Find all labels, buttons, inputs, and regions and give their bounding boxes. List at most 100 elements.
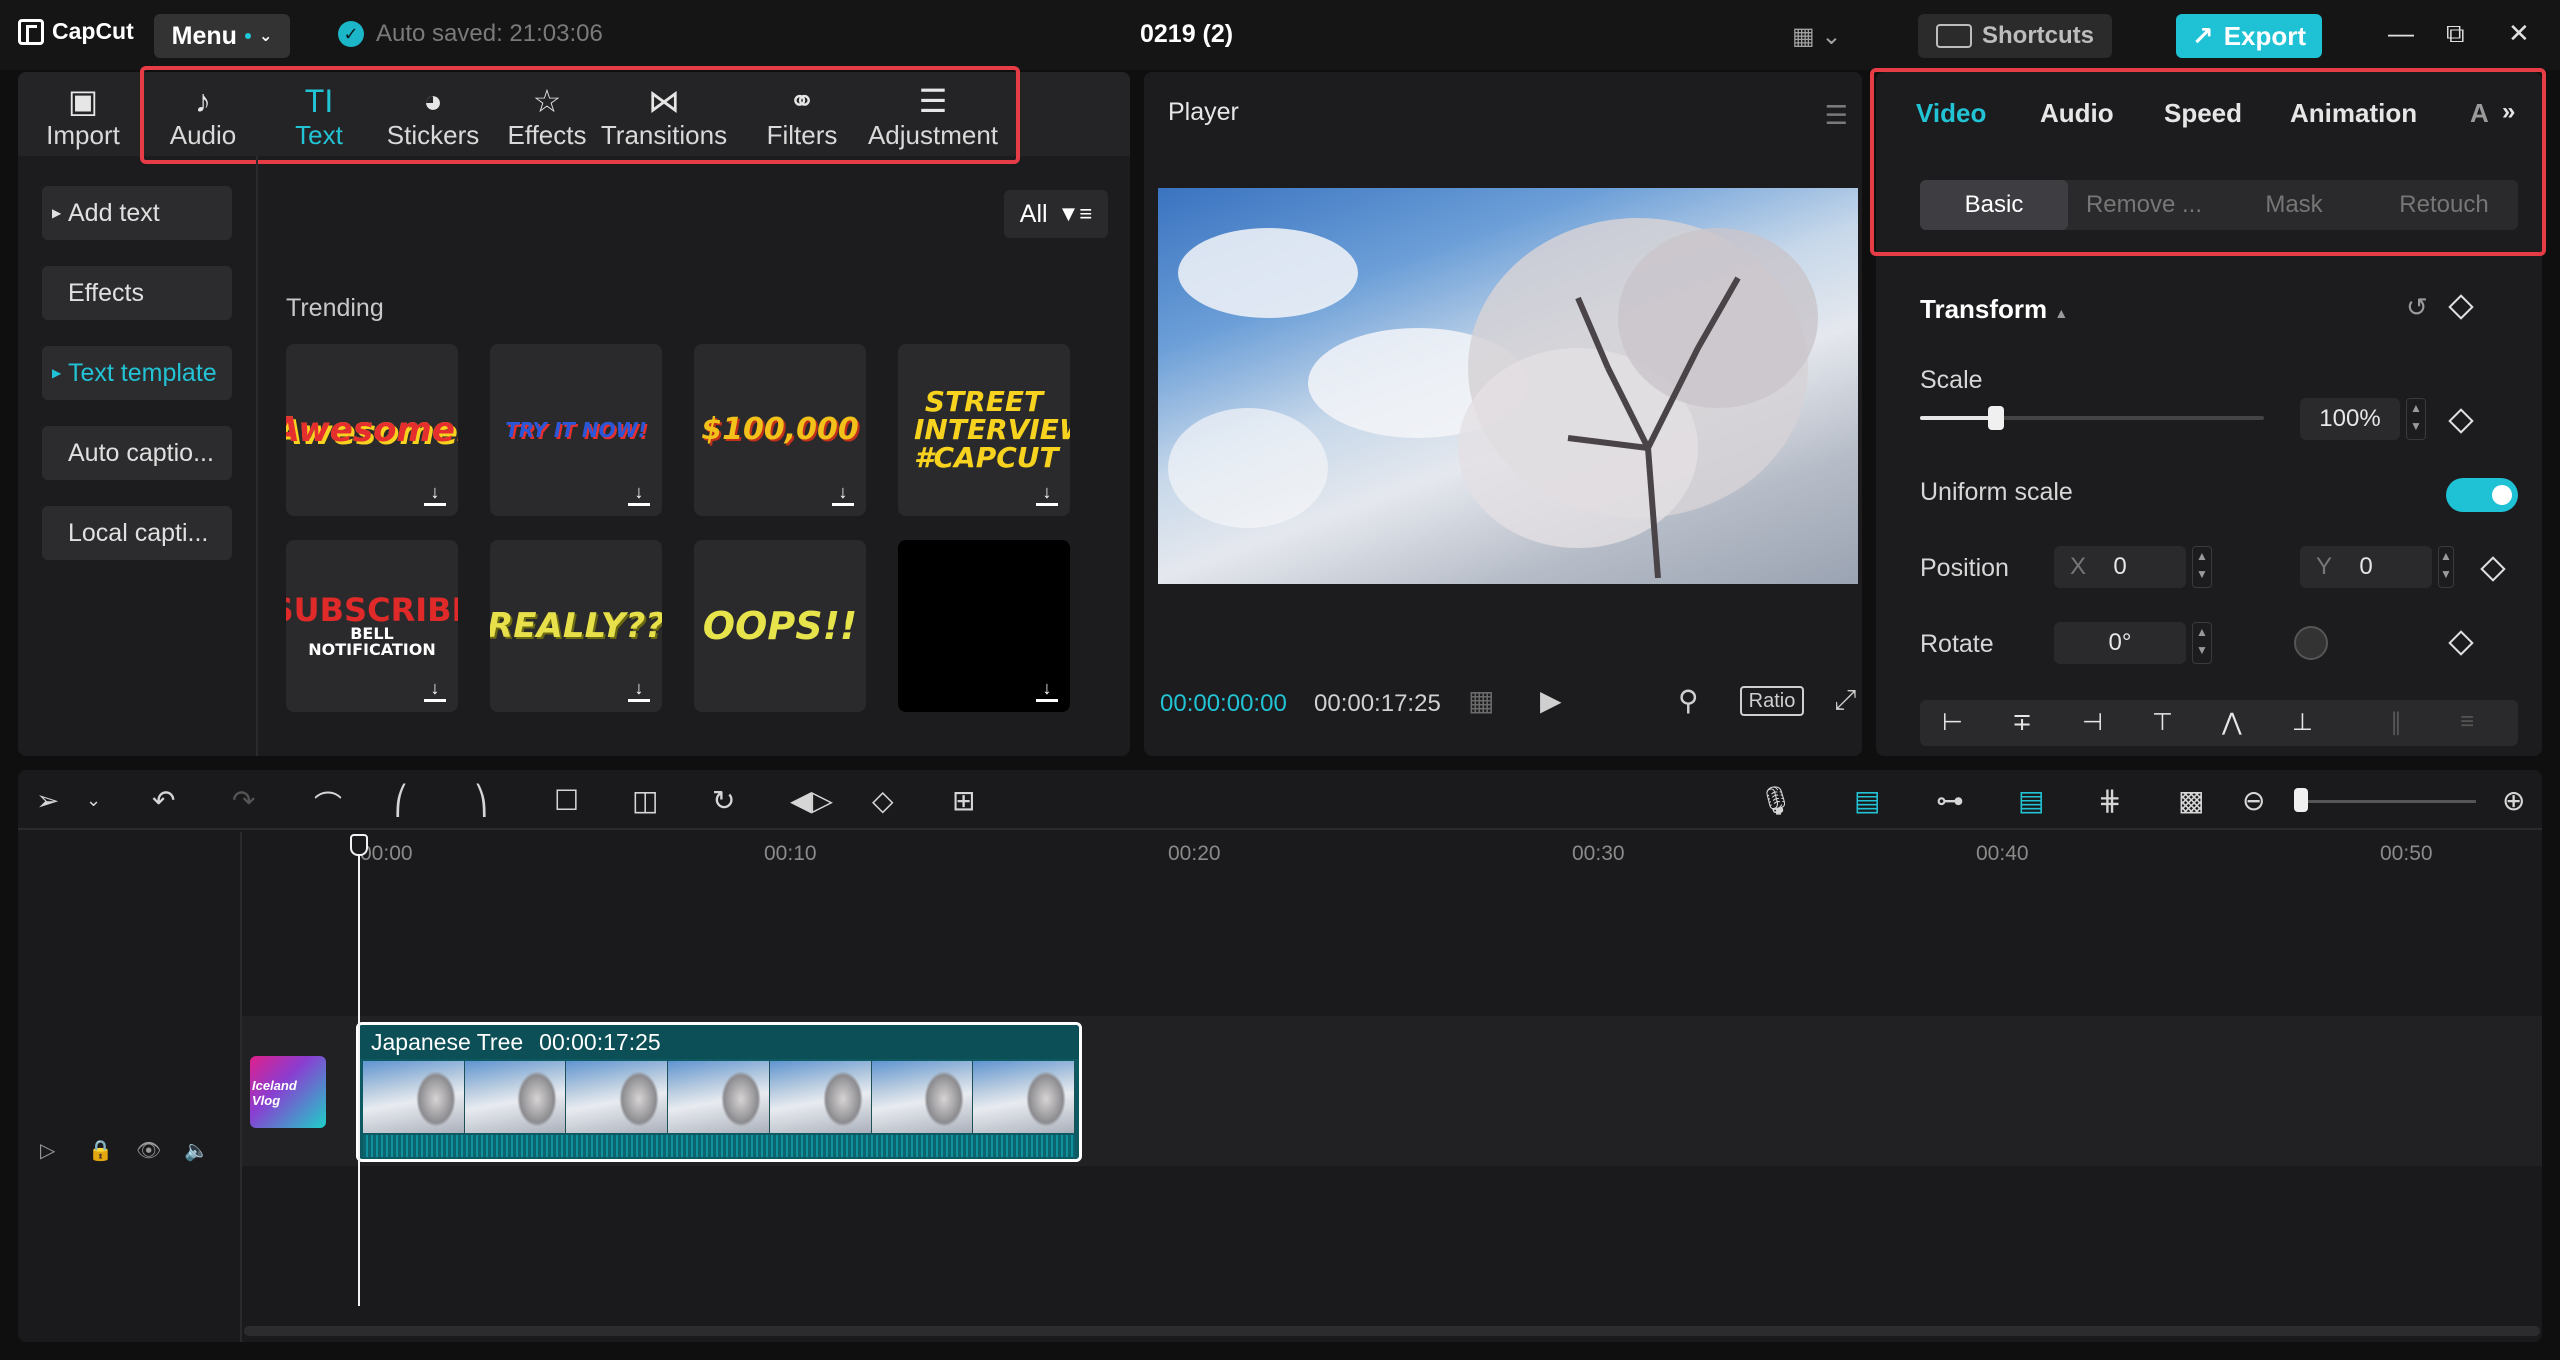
download-icon[interactable]: ↓: [424, 483, 446, 506]
subtab-retouch[interactable]: Retouch: [2370, 180, 2518, 230]
scale-stepper[interactable]: ▲ ▼: [2406, 398, 2426, 440]
align-top-icon[interactable]: ⊤: [2152, 708, 2173, 737]
zoom-out-icon[interactable]: ⊖: [2242, 784, 2265, 817]
tool-audio[interactable]: ♪ Audio: [148, 78, 258, 154]
zoom-fit-icon[interactable]: ▩: [2178, 784, 2204, 817]
tab-speed[interactable]: Speed: [2164, 98, 2242, 129]
delete-icon[interactable]: ☐: [554, 784, 579, 817]
tool-import[interactable]: ▣ Import: [28, 78, 138, 154]
shortcuts-button[interactable]: Shortcuts: [1918, 14, 2112, 58]
uniform-scale-toggle[interactable]: [2446, 478, 2518, 512]
video-clip[interactable]: Japanese Tree 00:00:17:25: [356, 1022, 1082, 1162]
playhead-handle[interactable]: [350, 834, 368, 856]
tool-transitions[interactable]: ⋈ Transitions: [592, 78, 736, 154]
position-x-stepper[interactable]: ▲ ▼: [2192, 546, 2212, 588]
template-card[interactable]: Awesome! ↓: [286, 344, 458, 516]
keyframe-icon[interactable]: [2448, 294, 2474, 320]
video-preview[interactable]: [1158, 188, 1858, 584]
scale-input[interactable]: 100%: [2300, 398, 2400, 440]
ratio-button[interactable]: Ratio: [1740, 686, 1804, 716]
restore-icon[interactable]: ⧉: [2446, 18, 2465, 50]
minimize-icon[interactable]: —: [2388, 18, 2414, 49]
main-track-magnet-icon[interactable]: ▤: [1854, 784, 1880, 817]
sidebar-item-add-text[interactable]: ▶ Add text: [42, 186, 232, 240]
trim-left-icon[interactable]: ⎛: [394, 784, 408, 817]
download-icon[interactable]: ↓: [628, 483, 650, 506]
template-card[interactable]: STREET INTERVIEW #CAPCUT ↓: [898, 344, 1070, 516]
sidebar-item-auto-captions[interactable]: Auto captio...: [42, 426, 232, 480]
position-y-input[interactable]: Y 0: [2300, 546, 2432, 588]
zoom-in-icon[interactable]: ⊕: [2502, 784, 2525, 817]
grid-icon[interactable]: ▦: [1468, 684, 1494, 717]
keyframe-icon[interactable]: [2448, 630, 2474, 656]
download-icon[interactable]: ↓: [1036, 483, 1058, 506]
template-card[interactable]: OOPS!!: [694, 540, 866, 712]
sidebar-item-text-template[interactable]: ▶ Text template: [42, 346, 232, 400]
speaker-icon[interactable]: 🔈: [184, 1138, 209, 1163]
tool-adjustment[interactable]: ☰ Adjustment: [848, 78, 1018, 154]
subtab-basic[interactable]: Basic: [1920, 180, 2068, 230]
align-bottom-icon[interactable]: ⊥: [2292, 708, 2313, 737]
rotate-input[interactable]: 0°: [2054, 622, 2186, 664]
play-icon[interactable]: ▶: [1540, 684, 1562, 717]
tool-filters[interactable]: ⚭ Filters: [742, 78, 862, 154]
keyframe-icon[interactable]: [2448, 408, 2474, 434]
template-card[interactable]: ↓: [898, 540, 1070, 712]
cover-thumbnail[interactable]: Iceland Vlog: [250, 1056, 326, 1128]
subtab-remove[interactable]: Remove ...: [2070, 180, 2218, 230]
align-right-icon[interactable]: ⊣: [2082, 708, 2103, 737]
freeze-icon[interactable]: ◫: [632, 784, 658, 817]
download-icon[interactable]: ↓: [1036, 679, 1058, 702]
keyframe-icon[interactable]: [2480, 556, 2506, 582]
zoom-slider-handle[interactable]: [2294, 788, 2308, 812]
tab-video[interactable]: Video: [1916, 98, 1986, 129]
tool-stickers[interactable]: ◕ Stickers: [376, 78, 490, 154]
export-button[interactable]: ↗ Export: [2176, 14, 2322, 58]
download-icon[interactable]: ↓: [832, 483, 854, 506]
section-title-transform[interactable]: Transform ▲: [1920, 294, 2068, 325]
position-y-stepper[interactable]: ▲ ▼: [2438, 546, 2454, 588]
rotate-dial[interactable]: [2294, 626, 2328, 660]
playhead-line[interactable]: [358, 836, 360, 1306]
chevron-down-icon[interactable]: ⌄: [86, 790, 101, 811]
subtab-mask[interactable]: Mask: [2220, 180, 2368, 230]
timeline-scrollbar[interactable]: [244, 1326, 2540, 1336]
filter-all-button[interactable]: All ▼≡: [1004, 190, 1108, 238]
eye-icon[interactable]: 👁: [136, 1138, 161, 1163]
scale-slider[interactable]: [1920, 406, 2264, 430]
undo-icon[interactable]: ↶: [152, 784, 175, 817]
preview-axis-icon[interactable]: ⋕: [2098, 784, 2121, 817]
download-icon[interactable]: ↓: [424, 679, 446, 702]
lock-icon[interactable]: 🔒: [88, 1138, 113, 1163]
layout-icon[interactable]: ▦ ⌄: [1792, 22, 1841, 51]
cover-icon[interactable]: ▷: [40, 1138, 55, 1163]
linkage-icon[interactable]: ▤: [2018, 784, 2044, 817]
select-cursor-icon[interactable]: ➢: [36, 784, 59, 817]
tab-animation[interactable]: Animation: [2290, 98, 2417, 129]
rotate-icon[interactable]: ◇: [872, 784, 894, 817]
tab-audio[interactable]: Audio: [2040, 98, 2114, 129]
sidebar-item-local-captions[interactable]: Local capti...: [42, 506, 232, 560]
tool-effects[interactable]: ☆ Effects: [492, 78, 602, 154]
template-card[interactable]: $100,000 ↓: [694, 344, 866, 516]
crop-icon[interactable]: ⊞: [952, 784, 975, 817]
tool-text[interactable]: TI Text: [264, 78, 374, 154]
align-center-v-icon[interactable]: ⋀: [2222, 708, 2242, 737]
menu-button[interactable]: Menu ⌄: [154, 14, 290, 58]
download-icon[interactable]: ↓: [628, 679, 650, 702]
fit-icon[interactable]: ⚲: [1678, 684, 1699, 717]
reset-icon[interactable]: ↺: [2406, 292, 2428, 323]
more-tabs-icon[interactable]: »: [2502, 98, 2515, 126]
auto-snap-icon[interactable]: ⊶: [1936, 784, 1964, 817]
mirror-icon[interactable]: ◀▷: [790, 784, 833, 817]
tab-adjustment-truncated[interactable]: A: [2470, 98, 2489, 129]
close-icon[interactable]: ✕: [2508, 18, 2530, 49]
trim-right-icon[interactable]: ⎞: [474, 784, 488, 817]
align-center-h-icon[interactable]: ∓: [2012, 708, 2032, 737]
microphone-icon[interactable]: 🎙: [1758, 784, 1794, 817]
fullscreen-icon[interactable]: ⤢: [1834, 684, 1856, 717]
template-card[interactable]: SUBSCRIBE BELL NOTIFICATION ↓: [286, 540, 458, 712]
template-card[interactable]: REALLY?? ↓: [490, 540, 662, 712]
hamburger-menu-icon[interactable]: ☰: [1825, 100, 1848, 131]
scale-slider-handle[interactable]: [1987, 406, 2004, 430]
